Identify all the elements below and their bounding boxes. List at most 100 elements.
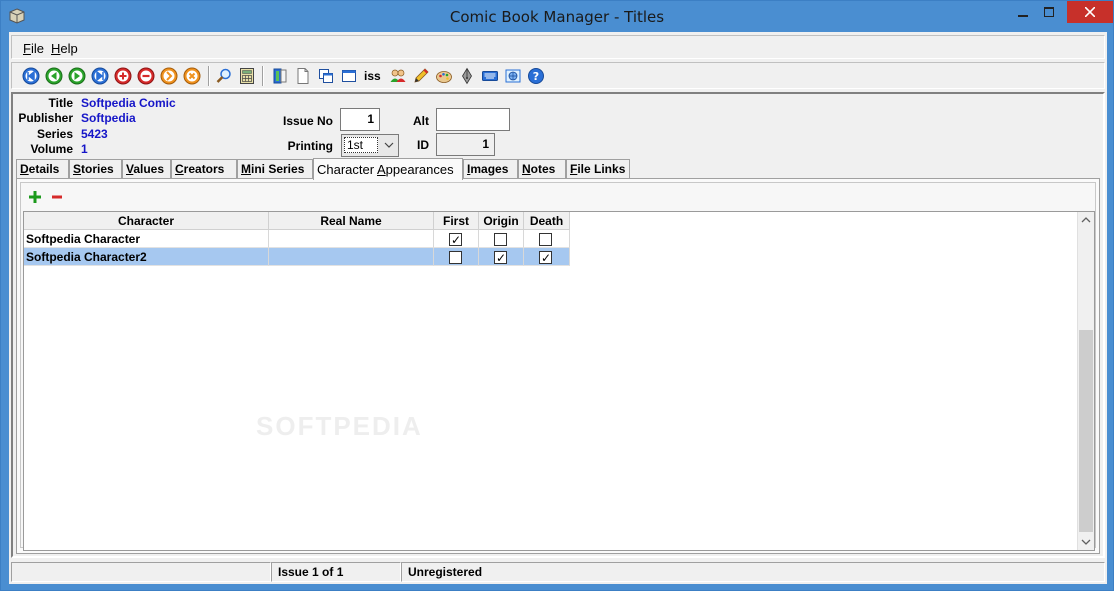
origin-cell bbox=[479, 230, 524, 248]
character-cell[interactable]: Softpedia Character bbox=[24, 230, 269, 248]
page-icon[interactable] bbox=[294, 67, 312, 85]
origin-checkbox[interactable] bbox=[494, 233, 507, 246]
table-row[interactable]: Softpedia Character bbox=[24, 230, 570, 249]
column-header-real-name[interactable]: Real Name bbox=[269, 212, 434, 230]
tab-images[interactable]: Images bbox=[463, 159, 518, 179]
edit-record-icon[interactable] bbox=[160, 67, 178, 85]
pencil-icon[interactable] bbox=[412, 67, 430, 85]
scrollbar-thumb[interactable] bbox=[1079, 330, 1093, 532]
scroll-up-icon[interactable] bbox=[1081, 215, 1091, 225]
vertical-scrollbar[interactable] bbox=[1077, 212, 1094, 550]
menu-help[interactable]: Help bbox=[51, 41, 78, 56]
column-header-first[interactable]: First bbox=[434, 212, 479, 230]
book-icon[interactable] bbox=[271, 67, 289, 85]
menu-file-mnemonic: F bbox=[23, 41, 31, 56]
window-icon[interactable] bbox=[340, 67, 358, 85]
scroll-down-icon[interactable] bbox=[1081, 537, 1091, 547]
title-bar[interactable]: Comic Book Manager - Titles bbox=[1, 1, 1113, 32]
alt-label: Alt bbox=[413, 114, 429, 128]
volume-label: Volume bbox=[30, 142, 73, 156]
record-panel: Title Softpedia Comic Publisher Softpedi… bbox=[11, 92, 1105, 558]
printing-label: Printing bbox=[287, 139, 333, 153]
tab-details[interactable]: Details bbox=[16, 159, 69, 179]
title-value: Softpedia Comic bbox=[81, 96, 176, 110]
cancel-record-icon[interactable] bbox=[183, 67, 201, 85]
real-name-cell[interactable] bbox=[269, 230, 434, 248]
tab-values[interactable]: Values bbox=[122, 159, 171, 179]
panel-inner: Character Real Name First Origin Death S… bbox=[20, 182, 1096, 551]
calculator-icon[interactable] bbox=[238, 67, 256, 85]
series-label: Series bbox=[36, 127, 73, 141]
web-icon[interactable] bbox=[504, 67, 522, 85]
tab-mini-series[interactable]: Mini Series bbox=[237, 159, 313, 179]
maximize-icon bbox=[1044, 7, 1054, 17]
menu-bar: File Help bbox=[11, 35, 1105, 59]
menu-help-mnemonic: H bbox=[51, 41, 61, 56]
first-checkbox[interactable] bbox=[449, 251, 462, 264]
tab-label: Character bbox=[317, 162, 377, 177]
palette-icon[interactable] bbox=[435, 67, 453, 85]
keyboard-icon[interactable] bbox=[481, 67, 499, 85]
tab-notes[interactable]: Notes bbox=[518, 159, 566, 179]
series-value: 5423 bbox=[81, 127, 108, 141]
character-cell[interactable]: Softpedia Character2 bbox=[24, 248, 269, 266]
previous-record-icon[interactable] bbox=[45, 67, 63, 85]
tab-mnemonic: A bbox=[376, 162, 386, 177]
next-record-icon[interactable] bbox=[68, 67, 86, 85]
issue-no-field[interactable]: 1 bbox=[340, 108, 380, 131]
menu-file[interactable]: File bbox=[23, 41, 44, 56]
status-bar: Issue 1 of 1 Unregistered bbox=[11, 562, 1105, 582]
svg-text:?: ? bbox=[533, 70, 539, 83]
tab-stories[interactable]: Stories bbox=[69, 159, 122, 179]
tab-creators[interactable]: Creators bbox=[171, 159, 237, 179]
issue-icon[interactable]: iss bbox=[364, 67, 384, 85]
minimize-button[interactable] bbox=[1010, 1, 1036, 23]
pen-nib-icon[interactable] bbox=[458, 67, 476, 85]
origin-checkbox[interactable] bbox=[494, 249, 507, 267]
toolbar-separator bbox=[208, 66, 210, 86]
tab-mnemonic: C bbox=[175, 162, 184, 176]
death-checkbox[interactable] bbox=[539, 233, 552, 246]
alt-field[interactable] bbox=[436, 108, 510, 131]
printing-select[interactable]: 1st bbox=[341, 134, 399, 157]
death-checkbox[interactable] bbox=[539, 249, 552, 267]
issue-no-label: Issue No bbox=[282, 114, 333, 128]
add-record-icon[interactable] bbox=[114, 67, 132, 85]
toolbar-separator bbox=[262, 66, 264, 86]
publisher-label: Publisher bbox=[18, 111, 73, 125]
close-button[interactable] bbox=[1067, 1, 1113, 23]
status-issue-count: Issue 1 of 1 bbox=[271, 562, 401, 582]
table-row[interactable]: Softpedia Character2 bbox=[24, 248, 570, 267]
maximize-button[interactable] bbox=[1036, 1, 1062, 23]
column-header-character[interactable]: Character bbox=[24, 212, 269, 230]
tab-character-appearances[interactable]: Character Appearances bbox=[313, 158, 463, 180]
people-icon[interactable] bbox=[389, 67, 407, 85]
tab-label: tories bbox=[81, 162, 114, 176]
first-checkbox[interactable] bbox=[449, 231, 462, 249]
first-record-icon[interactable] bbox=[22, 67, 40, 85]
tab-label: otes bbox=[530, 162, 556, 176]
column-header-origin[interactable]: Origin bbox=[479, 212, 524, 230]
death-cell bbox=[524, 230, 570, 248]
toolbar: iss ? bbox=[11, 62, 1105, 89]
minimize-icon bbox=[1018, 15, 1028, 17]
character-grid[interactable]: Character Real Name First Origin Death S… bbox=[23, 211, 1095, 551]
delete-record-icon[interactable] bbox=[137, 67, 155, 85]
add-character-icon[interactable] bbox=[27, 189, 43, 205]
status-registration: Unregistered bbox=[401, 562, 1105, 582]
search-icon[interactable] bbox=[215, 67, 233, 85]
tab-file-links[interactable]: File Links bbox=[566, 159, 630, 179]
real-name-cell[interactable] bbox=[269, 248, 434, 266]
watermark: SOFTPEDIA bbox=[256, 411, 423, 441]
tab-label: alues bbox=[133, 162, 165, 176]
remove-character-icon[interactable] bbox=[49, 189, 65, 205]
death-cell bbox=[524, 248, 570, 267]
status-pane-left bbox=[11, 562, 271, 582]
chevron-down-icon bbox=[384, 142, 394, 148]
last-record-icon[interactable] bbox=[91, 67, 109, 85]
copy-icon[interactable] bbox=[317, 67, 335, 85]
tab-label: reators bbox=[183, 162, 225, 176]
id-field: 1 bbox=[436, 133, 495, 156]
column-header-death[interactable]: Death bbox=[524, 212, 570, 230]
help-icon[interactable]: ? bbox=[527, 67, 545, 85]
